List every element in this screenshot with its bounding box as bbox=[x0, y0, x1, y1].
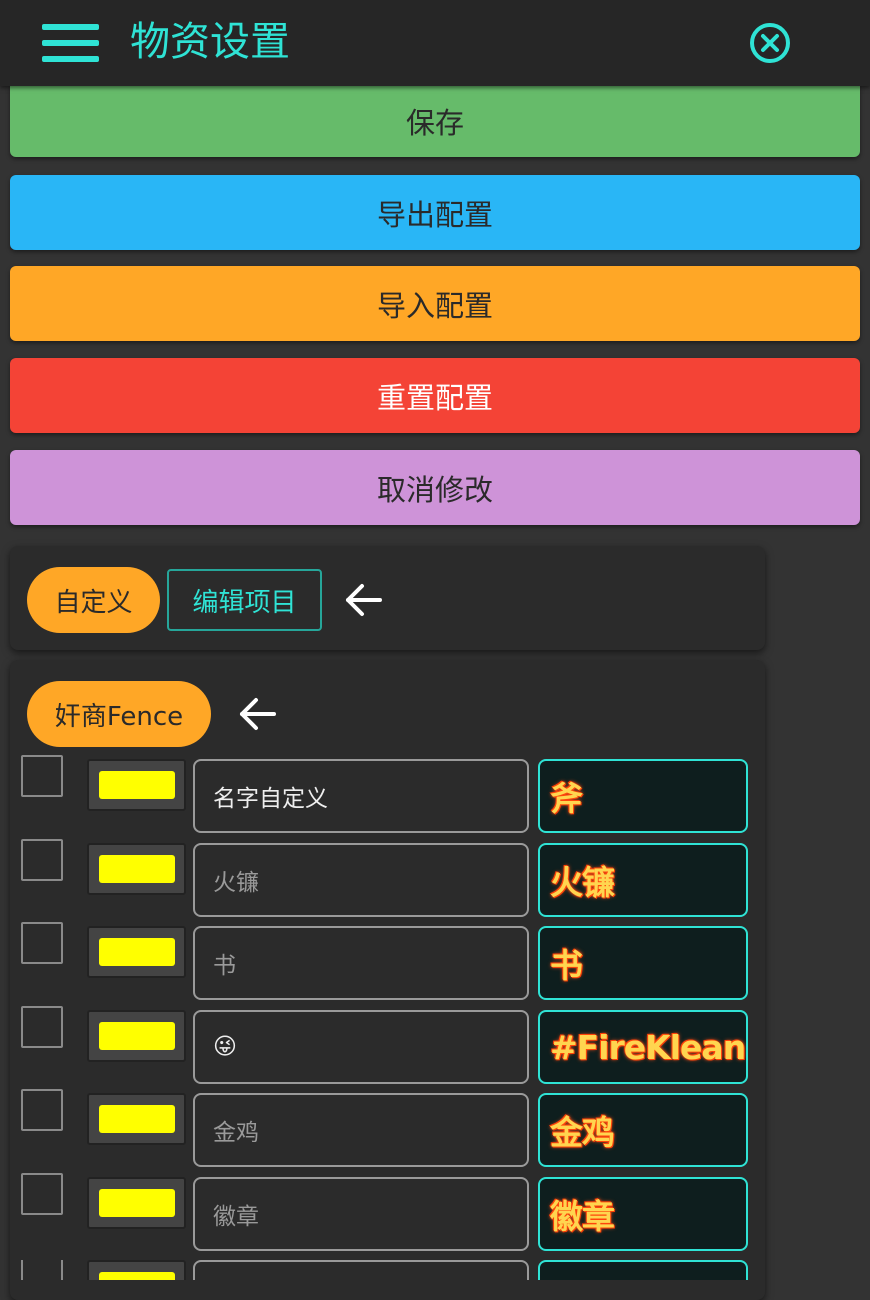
item-preview[interactable]: 金鸡 bbox=[538, 1093, 748, 1167]
color-swatch-button[interactable] bbox=[87, 1177, 186, 1229]
preview-text: 书 bbox=[550, 946, 583, 985]
item-name-input[interactable]: 😜 bbox=[193, 1010, 529, 1084]
color-swatch-button[interactable] bbox=[87, 759, 186, 811]
item-name-input[interactable] bbox=[193, 1260, 529, 1280]
page-title: 物资设置 bbox=[130, 19, 290, 65]
item-name-input[interactable]: 火镰 bbox=[193, 843, 529, 917]
preview-text: 火镰 bbox=[550, 863, 615, 902]
color-fill bbox=[99, 855, 175, 883]
arrow-left-icon[interactable] bbox=[238, 694, 278, 734]
import-config-button[interactable]: 导入配置 bbox=[10, 266, 860, 341]
item-checkbox[interactable] bbox=[21, 1260, 63, 1280]
preview-text: 金鸡 bbox=[550, 1113, 615, 1152]
item-preview[interactable]: 徽章 bbox=[538, 1177, 748, 1251]
preview-text: 斧 bbox=[550, 779, 583, 818]
item-preview[interactable]: 斧 bbox=[538, 759, 748, 833]
list-item: 火镰 火镰 bbox=[0, 839, 870, 919]
color-swatch-button[interactable] bbox=[87, 1093, 186, 1145]
color-swatch-button[interactable] bbox=[87, 843, 186, 895]
save-button[interactable]: 保存 bbox=[10, 84, 860, 157]
list-item: 😜 #FireKlean bbox=[0, 1006, 870, 1086]
item-name-input[interactable]: 金鸡 bbox=[193, 1093, 529, 1167]
color-swatch-button[interactable] bbox=[87, 1010, 186, 1062]
color-fill bbox=[99, 1105, 175, 1133]
list-item: 徽章 徽章 bbox=[0, 1173, 870, 1253]
close-circle-icon[interactable] bbox=[749, 22, 791, 64]
item-checkbox[interactable] bbox=[21, 922, 63, 964]
arrow-left-icon[interactable] bbox=[344, 580, 384, 620]
group-chip[interactable]: 奸商Fence bbox=[27, 681, 211, 747]
list-item: 书 书 bbox=[0, 922, 870, 1002]
item-checkbox[interactable] bbox=[21, 839, 63, 881]
export-config-button[interactable]: 导出配置 bbox=[10, 175, 860, 250]
color-fill bbox=[99, 1022, 175, 1050]
item-name-input[interactable]: 名字自定义 bbox=[193, 759, 529, 833]
cancel-changes-button[interactable]: 取消修改 bbox=[10, 450, 860, 525]
item-preview[interactable]: 书 bbox=[538, 926, 748, 1000]
list-item bbox=[0, 1260, 870, 1280]
item-checkbox[interactable] bbox=[21, 1173, 63, 1215]
hamburger-menu-icon[interactable] bbox=[42, 24, 99, 62]
top-app-bar: 物资设置 bbox=[0, 0, 870, 86]
reset-config-button[interactable]: 重置配置 bbox=[10, 358, 860, 433]
item-name-input[interactable]: 徽章 bbox=[193, 1177, 529, 1251]
preview-text: 徽章 bbox=[550, 1197, 615, 1236]
color-fill bbox=[99, 1189, 175, 1217]
item-preview[interactable]: #FireKlean bbox=[538, 1010, 748, 1084]
list-item: 名字自定义 斧 bbox=[0, 755, 870, 835]
color-fill bbox=[99, 1272, 175, 1280]
item-name-input[interactable]: 书 bbox=[193, 926, 529, 1000]
item-checkbox[interactable] bbox=[21, 1089, 63, 1131]
color-fill bbox=[99, 771, 175, 799]
preview-text: #FireKlean bbox=[550, 1027, 746, 1067]
custom-category-chip[interactable]: 自定义 bbox=[27, 567, 160, 633]
item-preview[interactable] bbox=[538, 1260, 748, 1280]
edit-items-button[interactable]: 编辑项目 bbox=[167, 569, 322, 631]
item-checkbox[interactable] bbox=[21, 1006, 63, 1048]
color-swatch-button[interactable] bbox=[87, 1260, 186, 1280]
item-checkbox[interactable] bbox=[21, 755, 63, 797]
color-swatch-button[interactable] bbox=[87, 926, 186, 978]
item-preview[interactable]: 火镰 bbox=[538, 843, 748, 917]
list-item: 金鸡 金鸡 bbox=[0, 1089, 870, 1169]
color-fill bbox=[99, 938, 175, 966]
